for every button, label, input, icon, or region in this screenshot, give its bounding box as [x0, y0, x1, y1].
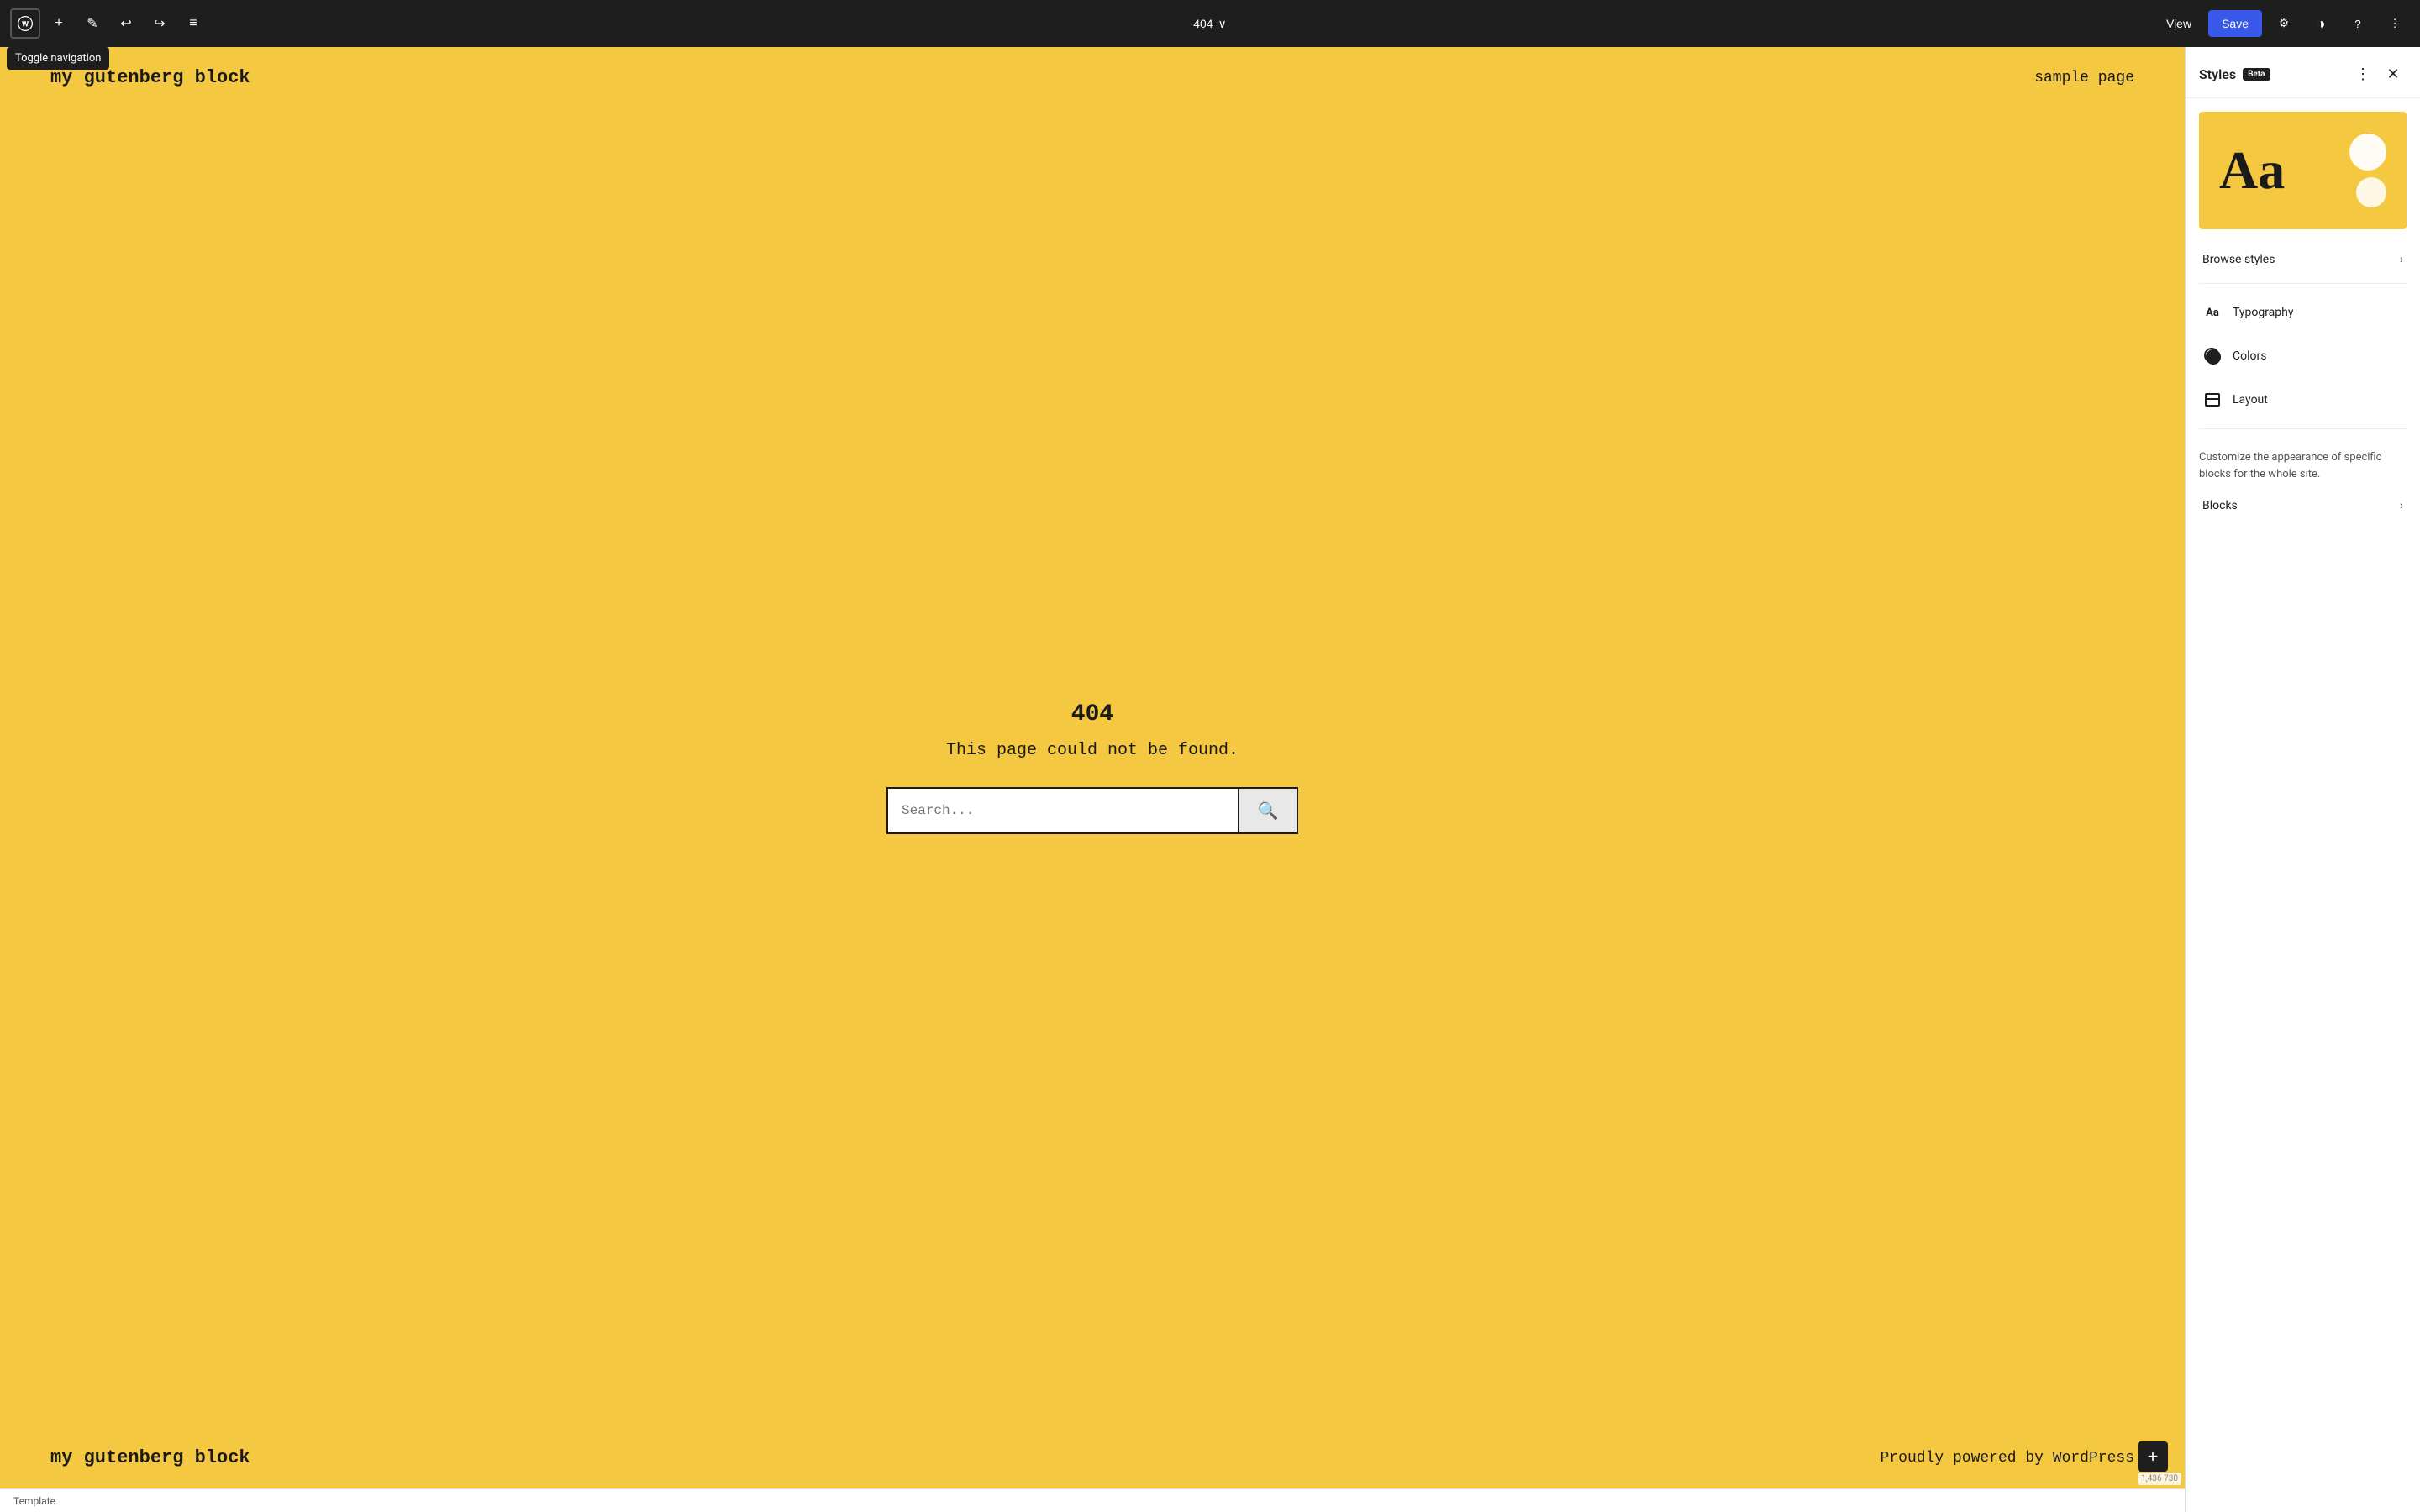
styles-icon: ◑: [2317, 15, 2326, 33]
status-bar: Template: [0, 1488, 2185, 1512]
footer-site-title: my gutenberg block: [50, 1447, 250, 1468]
search-button[interactable]: 🔍: [1239, 787, 1298, 834]
footer-credit: Proudly powered by WordPress: [1881, 1450, 2134, 1467]
styles-button[interactable]: ◑: [2306, 8, 2336, 39]
save-button[interactable]: Save: [2208, 10, 2262, 37]
sidebar-close-button[interactable]: ✕: [2380, 60, 2407, 87]
sidebar-header-left: Styles Beta: [2199, 66, 2270, 82]
customize-description: Customize the appearance of specific blo…: [2186, 436, 2420, 489]
canvas-area: my gutenberg block sample page 404 This …: [0, 47, 2185, 1512]
chevron-down-icon: ∨: [1218, 17, 1227, 31]
help-icon: ?: [2354, 18, 2360, 30]
coord-y: 730: [2164, 1474, 2178, 1483]
page-header: my gutenberg block sample page: [0, 47, 2185, 108]
toolbar-right: View Save ⚙ ◑ ? ⋮: [2156, 8, 2410, 39]
edit-button[interactable]: ✎: [77, 8, 108, 39]
preview-text: Aa: [2219, 139, 2285, 202]
browse-styles-row[interactable]: Browse styles ›: [2189, 243, 2417, 276]
toolbar-left: W + ✎ ↩ ↪ ≡: [10, 8, 208, 39]
status-label: Template: [13, 1495, 55, 1507]
coord-x: 1,436: [2141, 1474, 2161, 1483]
more-icon: ⋮: [2355, 66, 2370, 83]
search-icon: 🔍: [1258, 801, 1279, 822]
preview-circle-small: [2356, 177, 2386, 207]
beta-badge: Beta: [2243, 68, 2270, 81]
browse-styles-label: Browse styles: [2202, 253, 2275, 266]
error-content: 404 This page could not be found. 🔍: [0, 108, 2185, 1427]
chevron-right-icon: ›: [2400, 253, 2403, 266]
search-area: 🔍: [886, 787, 1298, 834]
page-title-button[interactable]: 404 ∨: [1185, 12, 1235, 36]
sidebar-header-right: ⋮ ✕: [2349, 60, 2407, 87]
wp-logo-button[interactable]: W: [10, 8, 40, 39]
wp-logo-icon: W: [17, 15, 34, 32]
main-area: my gutenberg block sample page 404 This …: [0, 47, 2420, 1512]
toggle-navigation-tooltip: Toggle navigation: [7, 47, 109, 70]
typography-icon: Aa: [2202, 302, 2223, 323]
typography-label: Typography: [2233, 306, 2293, 319]
sidebar-header: Styles Beta ⋮ ✕: [2186, 47, 2420, 98]
more-options-button[interactable]: ⋮: [2380, 8, 2410, 39]
list-view-button[interactable]: ≡: [178, 8, 208, 39]
layout-icon-container: [2202, 390, 2223, 410]
view-button[interactable]: View: [2156, 12, 2202, 35]
toolbar: W + ✎ ↩ ↪ ≡ 404 ∨ View Save ⚙ ◑ ? ⋮: [0, 0, 2420, 47]
close-icon: ✕: [2386, 66, 2399, 83]
header-site-title: my gutenberg block: [50, 67, 250, 88]
divider-2: [2199, 428, 2407, 429]
coordinates-display: 1,436 730: [2138, 1473, 2181, 1485]
typography-menu-item[interactable]: Aa Typography: [2189, 292, 2417, 333]
undo-button[interactable]: ↩: [111, 8, 141, 39]
help-button[interactable]: ?: [2343, 8, 2373, 39]
blocks-chevron-icon: ›: [2400, 499, 2403, 512]
more-icon: ⋮: [2389, 17, 2400, 30]
layout-label: Layout: [2233, 393, 2268, 407]
redo-button[interactable]: ↪: [145, 8, 175, 39]
nav-link[interactable]: sample page: [2034, 70, 2134, 87]
plus-icon: +: [2148, 1446, 2159, 1467]
preview-circles: [2349, 134, 2386, 207]
colors-label: Colors: [2233, 349, 2266, 363]
colors-menu-item[interactable]: Colors: [2189, 336, 2417, 376]
preview-circle-large: [2349, 134, 2386, 171]
svg-text:W: W: [22, 20, 29, 29]
search-input[interactable]: [886, 787, 1239, 834]
page-canvas: my gutenberg block sample page 404 This …: [0, 47, 2185, 1488]
sidebar-more-button[interactable]: ⋮: [2349, 60, 2376, 87]
error-message: This page could not be found.: [946, 741, 1239, 760]
layout-menu-item[interactable]: Layout: [2189, 380, 2417, 420]
page-footer: my gutenberg block Proudly powered by Wo…: [0, 1427, 2185, 1488]
add-block-toolbar-button[interactable]: +: [44, 8, 74, 39]
page-title-label: 404: [1193, 17, 1213, 30]
colors-icon: [2202, 346, 2223, 366]
settings-button[interactable]: ⚙: [2269, 8, 2299, 39]
error-code: 404: [1071, 701, 1113, 727]
sidebar-title: Styles: [2199, 66, 2236, 82]
add-block-canvas-button[interactable]: +: [2138, 1441, 2168, 1472]
gear-icon: ⚙: [2279, 17, 2289, 30]
toolbar-center: 404 ∨: [1185, 12, 1235, 36]
divider-1: [2199, 283, 2407, 284]
style-preview[interactable]: Aa: [2199, 112, 2407, 229]
blocks-row[interactable]: Blocks ›: [2189, 489, 2417, 522]
blocks-label: Blocks: [2202, 499, 2238, 512]
styles-sidebar: Styles Beta ⋮ ✕ Aa Browse styles: [2185, 47, 2420, 1512]
